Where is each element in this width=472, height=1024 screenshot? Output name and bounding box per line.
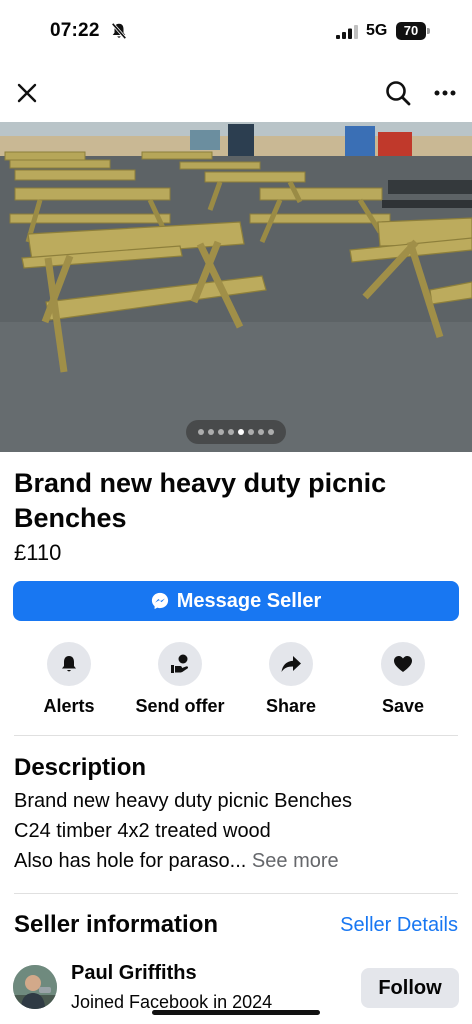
follow-button[interactable]: Follow xyxy=(361,968,459,1008)
avatar[interactable] xyxy=(13,965,57,1009)
pager-dot xyxy=(258,429,264,435)
seller-details-link[interactable]: Seller Details xyxy=(340,914,458,937)
description-line: C24 timber 4x2 treated wood xyxy=(14,820,271,842)
see-more-link[interactable]: See more xyxy=(252,850,339,872)
picnic-benches-image xyxy=(0,122,472,452)
status-time: 07:22 xyxy=(50,20,100,41)
alerts-label: Alerts xyxy=(43,696,95,716)
network-type: 5G xyxy=(366,22,388,39)
share-button[interactable]: Share xyxy=(236,642,346,717)
photo-pager[interactable] xyxy=(186,420,286,444)
bell-icon xyxy=(62,656,76,672)
close-icon[interactable] xyxy=(12,78,42,108)
save-label: Save xyxy=(381,696,425,716)
bell-slash-icon xyxy=(111,22,127,40)
pager-dot xyxy=(218,429,224,435)
message-seller-button[interactable]: Message Seller xyxy=(13,581,459,621)
seller-info-heading: Seller information xyxy=(14,911,219,938)
divider xyxy=(14,735,458,736)
description-line: Brand new heavy duty picnic Benches xyxy=(14,790,352,812)
share-icon xyxy=(281,656,301,672)
divider xyxy=(14,893,458,894)
listing-price: £110 xyxy=(14,540,62,565)
more-icon[interactable] xyxy=(430,78,460,108)
save-button[interactable]: Save xyxy=(348,642,458,717)
alerts-button[interactable]: Alerts xyxy=(14,642,124,717)
pager-dot-active xyxy=(238,429,244,435)
send-offer-button[interactable]: Send offer xyxy=(125,642,235,717)
send-offer-label: Send offer xyxy=(135,696,225,716)
seller-name[interactable]: Paul Griffiths xyxy=(71,962,197,985)
pager-dot xyxy=(228,429,234,435)
message-seller-label: Message Seller xyxy=(176,589,322,612)
top-nav xyxy=(0,70,472,118)
pager-dot xyxy=(268,429,274,435)
home-indicator[interactable] xyxy=(152,1010,320,1015)
heart-icon xyxy=(394,656,412,672)
battery-icon: 70 xyxy=(396,22,430,40)
description-line-truncated: Also has hole for paraso... See more xyxy=(14,850,339,873)
search-icon[interactable] xyxy=(383,78,413,108)
messenger-icon xyxy=(151,592,168,610)
pager-dot xyxy=(198,429,204,435)
pager-dot xyxy=(248,429,254,435)
description-heading: Description xyxy=(14,754,147,781)
offer-icon xyxy=(171,654,189,673)
description-truncated-text: Also has hole for paraso... xyxy=(14,850,247,872)
pager-dot xyxy=(208,429,214,435)
listing-photo[interactable] xyxy=(0,122,472,452)
action-bar: Alerts Send offer Share Save xyxy=(0,642,472,722)
status-bar: 07:22 5G 70 xyxy=(0,0,472,62)
share-label: Share xyxy=(265,696,317,716)
battery-level: 70 xyxy=(396,22,426,40)
listing-title: Brand new heavy duty picnic Benches xyxy=(14,468,387,533)
signal-icon xyxy=(336,25,358,39)
